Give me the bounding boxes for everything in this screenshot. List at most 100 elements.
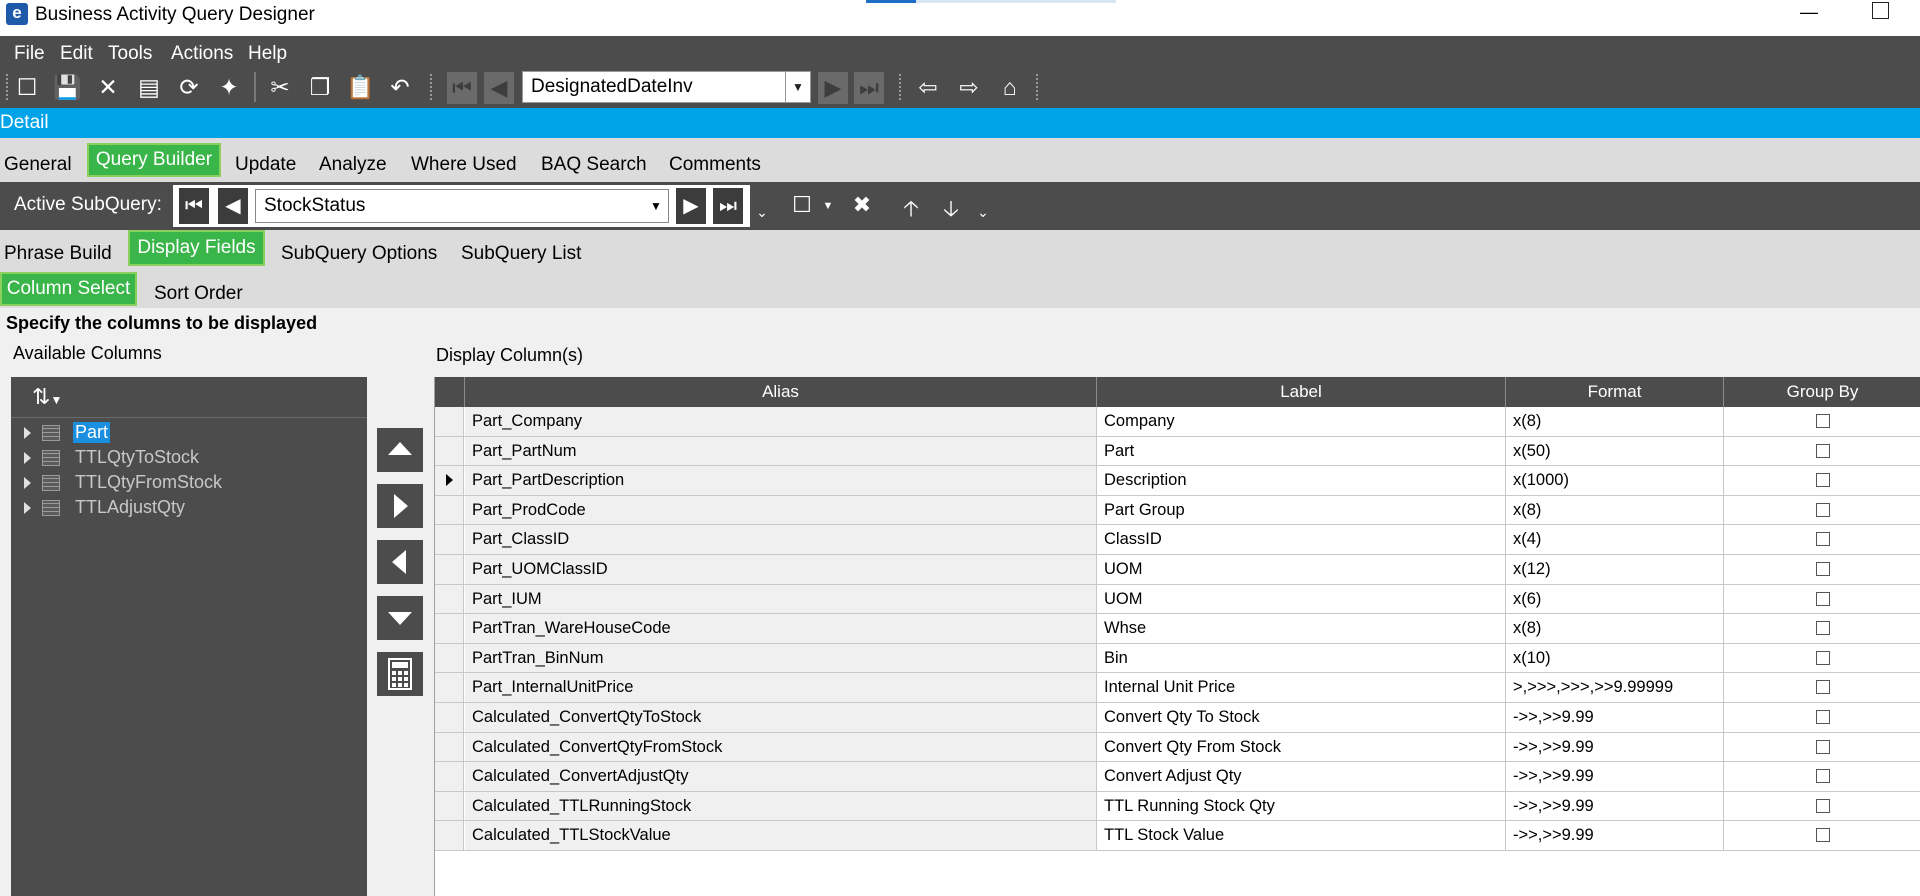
undo-icon[interactable]: ↶ bbox=[386, 72, 414, 102]
group-by-checkbox[interactable] bbox=[1816, 532, 1830, 547]
more-options-icon[interactable]: ⌄ bbox=[969, 204, 997, 221]
label-cell[interactable]: Company bbox=[1097, 407, 1506, 436]
tab-baq-search[interactable]: BAQ Search bbox=[541, 154, 647, 176]
move-up-button[interactable] bbox=[377, 428, 423, 472]
format-cell[interactable]: ->>,>>9.99 bbox=[1506, 732, 1724, 762]
menu-edit[interactable]: Edit bbox=[60, 43, 93, 65]
last-subquery-icon[interactable]: ⏭ bbox=[713, 188, 743, 224]
label-cell[interactable]: Convert Qty To Stock bbox=[1097, 703, 1506, 732]
table-row[interactable]: Part_IUM UOM x(6) bbox=[435, 584, 1920, 615]
tab-sort-order[interactable]: Sort Order bbox=[154, 283, 243, 305]
alias-cell[interactable]: Part_ProdCode bbox=[465, 495, 1097, 525]
first-record-icon[interactable]: ⏮ bbox=[447, 72, 477, 104]
row-indicator[interactable] bbox=[435, 614, 464, 643]
row-indicator[interactable] bbox=[435, 673, 464, 702]
cut-icon[interactable]: ✂ bbox=[266, 72, 294, 102]
tab-subquery-options[interactable]: SubQuery Options bbox=[281, 243, 437, 265]
label-cell[interactable]: UOM bbox=[1097, 584, 1506, 614]
move-down-button[interactable] bbox=[377, 596, 423, 640]
label-cell[interactable]: TTL Running Stock Qty bbox=[1097, 791, 1506, 821]
alias-cell[interactable]: Part_Company bbox=[465, 407, 1097, 436]
table-row[interactable]: Part_UOMClassID UOM x(12) bbox=[435, 555, 1920, 585]
alias-cell[interactable]: PartTran_BinNum bbox=[465, 643, 1097, 673]
alias-cell[interactable]: Part_ClassID bbox=[465, 525, 1097, 554]
format-cell[interactable]: x(1000) bbox=[1506, 466, 1724, 495]
format-cell[interactable]: x(12) bbox=[1506, 555, 1724, 584]
alias-cell[interactable]: Calculated_ConvertQtyToStock bbox=[465, 703, 1097, 732]
table-row[interactable]: Calculated_TTLStockValue TTL Stock Value -… bbox=[435, 821, 1920, 851]
row-indicator[interactable] bbox=[435, 762, 464, 791]
row-indicator[interactable] bbox=[435, 584, 464, 614]
tab-comments[interactable]: Comments bbox=[669, 154, 761, 176]
format-cell[interactable]: ->>,>>9.99 bbox=[1506, 821, 1724, 850]
alias-cell[interactable]: Calculated_ConvertAdjustQty bbox=[465, 762, 1097, 791]
copy-icon[interactable]: ❐ bbox=[306, 72, 334, 102]
save-icon[interactable]: 💾 bbox=[53, 72, 82, 102]
row-indicator[interactable] bbox=[435, 703, 464, 732]
expand-icon[interactable] bbox=[24, 452, 31, 464]
format-cell[interactable]: >,>>>,>>>,>>9.99999 bbox=[1506, 673, 1724, 702]
format-cell[interactable]: x(6) bbox=[1506, 584, 1724, 614]
next-record-icon[interactable]: ▶ bbox=[818, 72, 848, 104]
minimize-button[interactable]: — bbox=[1795, 0, 1823, 30]
group-by-checkbox[interactable] bbox=[1816, 591, 1830, 606]
label-cell[interactable]: Whse bbox=[1097, 614, 1506, 643]
forward-icon[interactable]: ⇨ bbox=[955, 72, 983, 102]
tab-phrase-build[interactable]: Phrase Build bbox=[4, 243, 112, 265]
delete-icon[interactable]: ✕ bbox=[94, 72, 122, 102]
menu-actions[interactable]: Actions bbox=[171, 43, 233, 65]
group-by-checkbox[interactable] bbox=[1816, 680, 1830, 695]
table-row[interactable]: Part_ProdCode Part Group x(8) bbox=[435, 495, 1920, 526]
expand-icon[interactable] bbox=[24, 477, 31, 489]
table-row[interactable]: Part_PartNum Part x(50) bbox=[435, 436, 1920, 467]
broom-icon[interactable]: ✦ bbox=[215, 72, 243, 102]
group-by-checkbox[interactable] bbox=[1816, 739, 1830, 754]
move-up-icon[interactable]: 🡡 bbox=[897, 192, 925, 230]
format-cell[interactable]: x(50) bbox=[1506, 436, 1724, 466]
display-columns-grid[interactable]: Alias Label Format Group By Part_Company… bbox=[434, 377, 1920, 896]
table-row[interactable]: Calculated_ConvertQtyToStock Convert Qty … bbox=[435, 703, 1920, 733]
row-indicator[interactable] bbox=[435, 643, 464, 673]
format-cell[interactable]: x(8) bbox=[1506, 495, 1724, 525]
maximize-button[interactable] bbox=[1872, 2, 1889, 19]
label-column-header[interactable]: Label bbox=[1097, 377, 1506, 407]
group-by-checkbox[interactable] bbox=[1816, 621, 1830, 636]
tab-query-builder[interactable]: Query Builder bbox=[87, 143, 221, 177]
row-indicator[interactable] bbox=[435, 436, 464, 466]
alias-cell[interactable]: Part_IUM bbox=[465, 584, 1097, 614]
chevron-down-icon[interactable]: ▼ bbox=[814, 200, 842, 212]
row-indicator[interactable] bbox=[435, 791, 464, 821]
row-indicator[interactable] bbox=[435, 555, 464, 584]
format-column-header[interactable]: Format bbox=[1506, 377, 1724, 407]
row-indicator[interactable] bbox=[435, 407, 464, 436]
group-by-checkbox[interactable] bbox=[1816, 798, 1830, 813]
alias-cell[interactable]: Calculated_ConvertQtyFromStock bbox=[465, 732, 1097, 762]
group-by-checkbox[interactable] bbox=[1816, 769, 1830, 784]
alias-column-header[interactable]: Alias bbox=[465, 377, 1097, 407]
next-subquery-icon[interactable]: ▶ bbox=[676, 188, 706, 224]
tree-item-part[interactable]: Part bbox=[20, 422, 360, 446]
row-indicator[interactable] bbox=[435, 525, 464, 554]
tab-general[interactable]: General bbox=[4, 154, 72, 176]
tab-subquery-list[interactable]: SubQuery List bbox=[461, 243, 581, 265]
group-by-checkbox[interactable] bbox=[1816, 828, 1830, 843]
row-indicator[interactable] bbox=[435, 495, 464, 525]
group-by-checkbox[interactable] bbox=[1816, 414, 1830, 428]
sort-az-icon[interactable]: ⇅▼ bbox=[32, 384, 62, 410]
tab-display-fields[interactable]: Display Fields bbox=[128, 230, 265, 266]
group-by-checkbox[interactable] bbox=[1816, 562, 1830, 576]
tab-where-used[interactable]: Where Used bbox=[411, 154, 517, 176]
group-by-checkbox[interactable] bbox=[1816, 443, 1830, 458]
format-cell[interactable]: ->>,>>9.99 bbox=[1506, 703, 1724, 732]
group-by-checkbox[interactable] bbox=[1816, 710, 1830, 724]
table-row[interactable]: PartTran_WareHouseCode Whse x(8) bbox=[435, 614, 1920, 644]
alias-cell[interactable]: Part_PartDescription bbox=[465, 466, 1097, 495]
format-cell[interactable]: x(10) bbox=[1506, 643, 1724, 673]
alias-cell[interactable]: Calculated_TTLRunningStock bbox=[465, 791, 1097, 821]
first-subquery-icon[interactable]: ⏮ bbox=[179, 188, 209, 224]
label-cell[interactable]: Bin bbox=[1097, 643, 1506, 673]
previous-record-icon[interactable]: ◀ bbox=[484, 72, 514, 104]
table-row[interactable]: Part_Company Company x(8) bbox=[435, 407, 1920, 437]
row-indicator[interactable] bbox=[435, 732, 464, 762]
chevron-down-icon[interactable]: ▼ bbox=[786, 71, 811, 103]
